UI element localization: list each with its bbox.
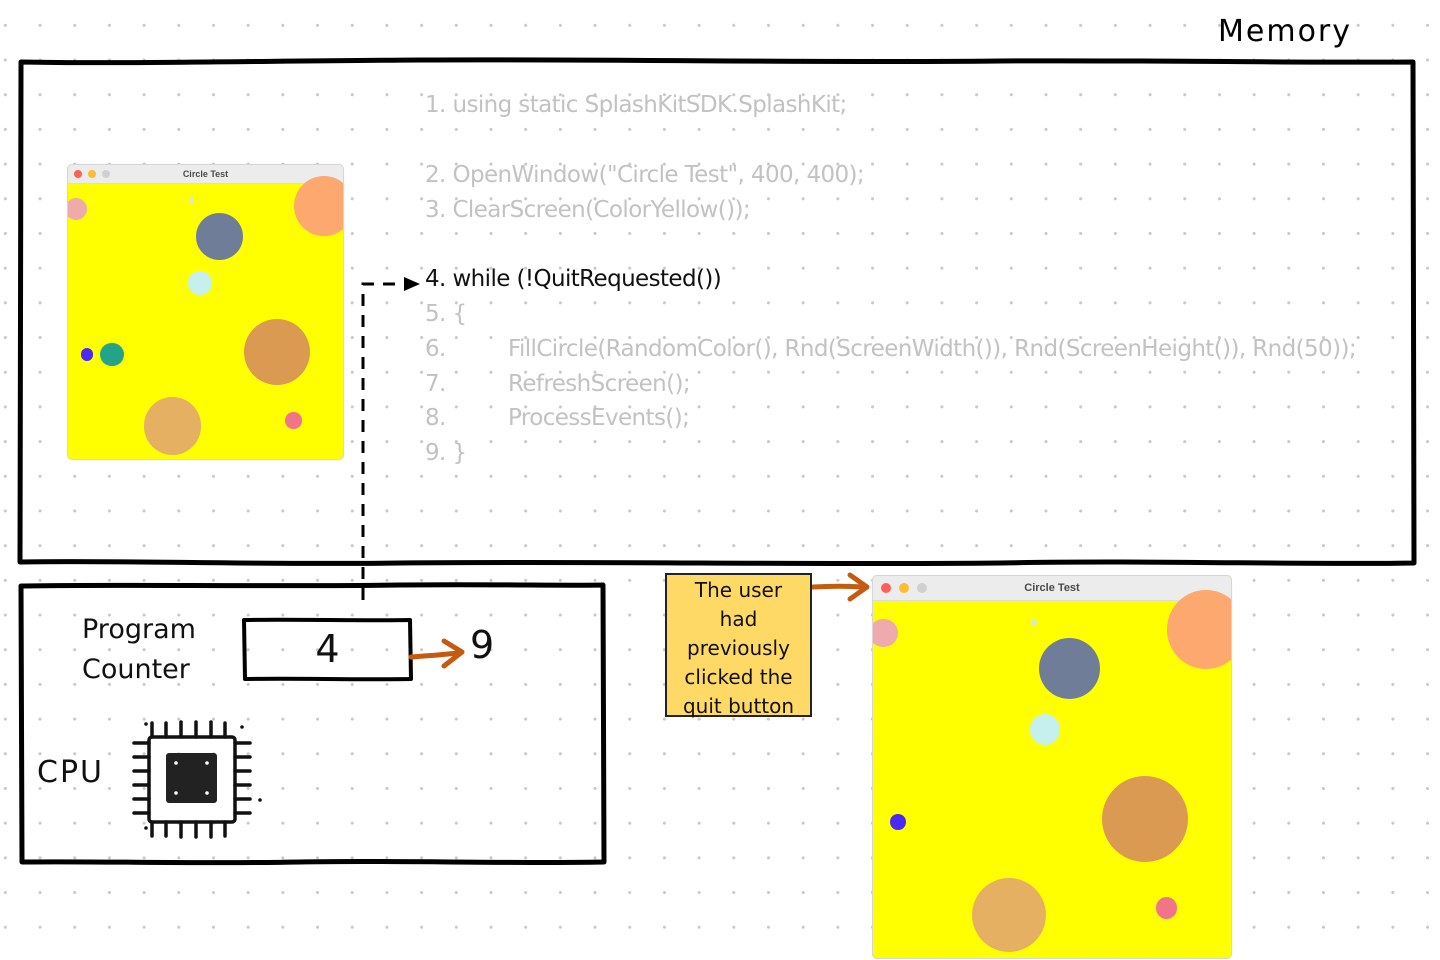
note-to-window-arrow xyxy=(810,583,867,590)
close-button[interactable] xyxy=(74,170,82,178)
next-value-arrow xyxy=(408,650,461,660)
window-canvas xyxy=(68,175,343,459)
tiny-lightblue-circle xyxy=(189,198,194,203)
sticky-note: The user had previously clicked the quit… xyxy=(665,573,812,718)
tan-circle xyxy=(143,397,202,455)
program-counter-next-value: 9 xyxy=(470,623,495,667)
window-title: Circle Test xyxy=(182,169,229,179)
cyan-circle xyxy=(188,271,212,295)
code-line-8: 8. ProcessEvents(); xyxy=(425,405,690,431)
maximize-button[interactable] xyxy=(917,583,927,593)
window-titlebar: Circle Test xyxy=(68,165,343,184)
brown-circle xyxy=(1102,775,1189,862)
teal-circle xyxy=(100,342,124,367)
code-line-9: 9. } xyxy=(425,440,467,466)
rose-circle xyxy=(285,412,302,429)
blue-circle xyxy=(81,348,94,361)
pink-circle xyxy=(68,197,88,220)
memory-title: Memory xyxy=(1218,14,1353,49)
peach-circle xyxy=(1166,590,1231,669)
tan-circle xyxy=(971,877,1047,953)
minimize-button[interactable] xyxy=(899,583,909,593)
circle-test-window-large: Circle Test xyxy=(872,575,1232,959)
code-line-4-current: 4. while (!QuitRequested()) xyxy=(425,266,722,292)
slate-circle xyxy=(195,212,243,260)
code-line-6: 6. FillCircle(RandomColor(), Rnd(ScreenWi… xyxy=(425,336,1357,362)
close-button[interactable] xyxy=(881,583,891,593)
tiny-lightblue-circle xyxy=(1031,619,1037,626)
program-counter-value: 4 xyxy=(315,627,340,671)
minimize-button[interactable] xyxy=(88,170,96,178)
program-counter-label: Program Counter xyxy=(82,614,196,685)
code-line-3: 3. ClearScreen(ColorYellow()); xyxy=(425,197,751,223)
cpu-label: CPU xyxy=(37,755,104,790)
cyan-circle xyxy=(1029,714,1060,745)
cpu-chip-icon xyxy=(132,720,262,839)
slate-circle xyxy=(1039,638,1101,700)
pc-pointer-arrowhead xyxy=(404,277,420,291)
window-titlebar: Circle Test xyxy=(873,576,1231,601)
circle-test-window-small: Circle Test xyxy=(67,164,344,460)
code-line-5: 5. { xyxy=(425,301,467,327)
rose-circle xyxy=(1155,897,1178,919)
code-line-2: 2. OpenWindow("Circle Test", 400, 400); xyxy=(425,162,865,188)
brown-circle xyxy=(244,318,310,385)
code-line-1: 1. using static SplashKitSDK.SplashKit; xyxy=(425,92,847,118)
window-canvas xyxy=(873,590,1231,958)
code-line-7: 7. RefreshScreen(); xyxy=(425,371,691,397)
pink-circle xyxy=(873,618,899,648)
peach-circle xyxy=(293,175,343,237)
window-title: Circle Test xyxy=(1024,582,1080,594)
pc-pointer-line xyxy=(361,282,400,600)
blue-circle xyxy=(890,814,906,831)
maximize-button[interactable] xyxy=(102,170,110,178)
